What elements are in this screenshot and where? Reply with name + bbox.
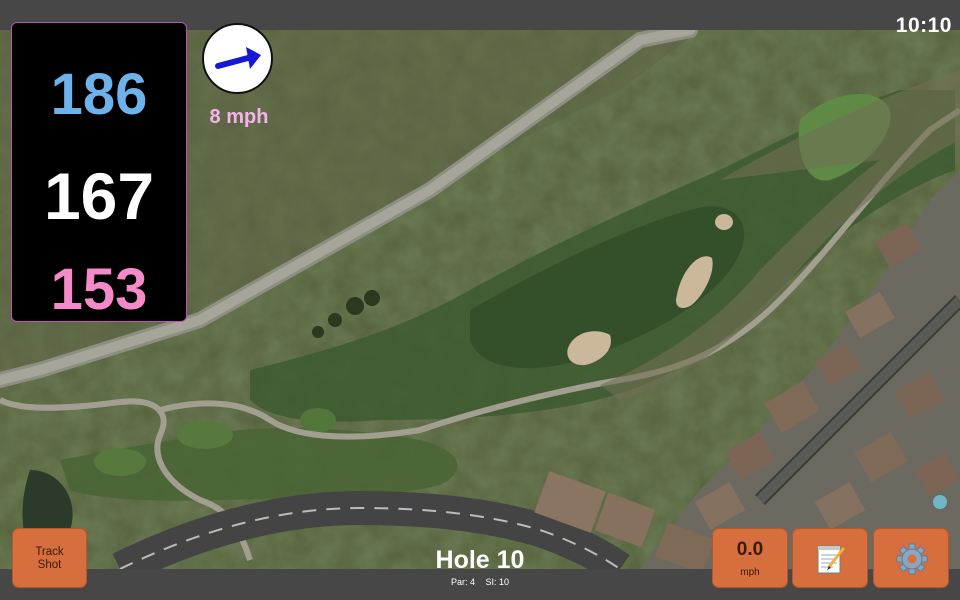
center-distance: 167 (43, 159, 155, 233)
golf-gps-screen: 10:10 186 167 153 8 mph Track Shot Hole … (0, 0, 960, 600)
clock: 10:10 (895, 14, 952, 37)
wind-speed-label: 8 mph (209, 106, 269, 128)
track-shot-button[interactable]: Track Shot (12, 528, 87, 588)
wind-direction-indicator (202, 23, 273, 94)
notepad-icon (817, 545, 845, 574)
hole-stroke-index: SI: 10 (485, 577, 510, 587)
wind-readout-value: 0.0 (736, 539, 764, 560)
hole-par: Par: 4 (450, 577, 475, 587)
settings-button[interactable] (873, 528, 949, 588)
back-distance: 186 (50, 62, 148, 127)
arrow-east-icon (215, 47, 261, 69)
hole-title: Hole 10 (435, 546, 525, 574)
front-distance: 153 (50, 257, 148, 322)
hole-info: Par: 4 SI: 10 (400, 577, 560, 587)
gear-icon (896, 543, 928, 575)
track-shot-label-line2: Shot (37, 559, 62, 571)
wind-readout-unit: mph (740, 567, 760, 578)
track-shot-label-line1: Track (35, 546, 64, 558)
wind-readout-button[interactable]: 0.0 mph (712, 528, 788, 588)
notes-button[interactable] (792, 528, 868, 588)
distance-panel: 186 167 153 (11, 22, 187, 322)
